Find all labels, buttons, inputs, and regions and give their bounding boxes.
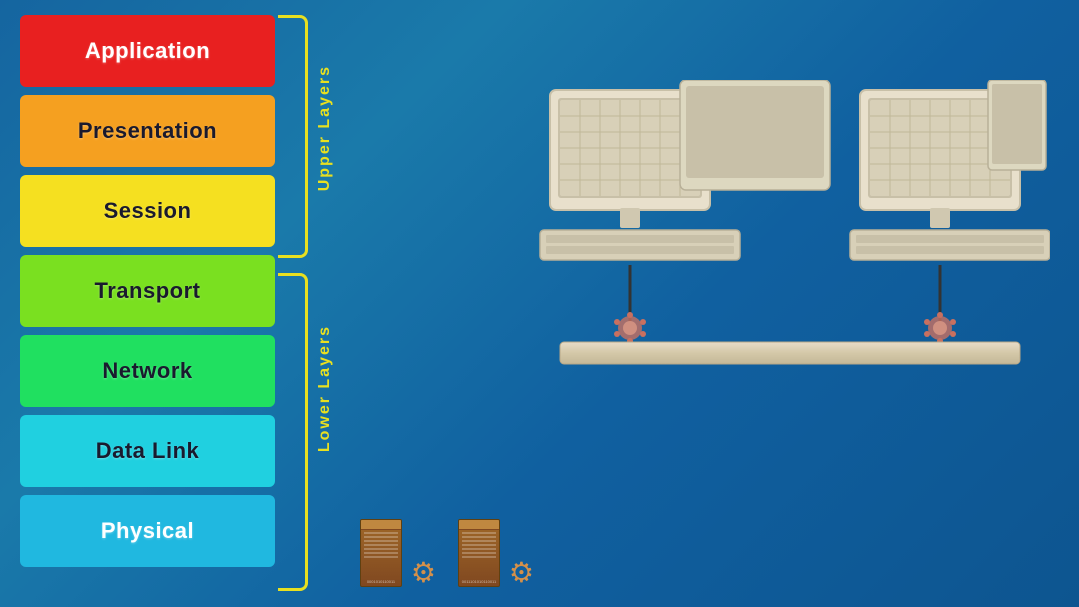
layer-physical: Physical <box>20 495 275 567</box>
layer-session: Session <box>20 175 275 247</box>
main-container: Application Presentation Session Transpo… <box>0 0 1079 607</box>
layer-application: Application <box>20 15 275 87</box>
gear-icon-1: ⚙ <box>411 559 436 587</box>
layer-network: Network <box>20 335 275 407</box>
layer-datalink-label: Data Link <box>96 438 200 464</box>
layer-transport: Transport <box>20 255 275 327</box>
lower-layers-label: Lower Layers <box>316 325 334 452</box>
lower-layers-bracket <box>278 273 308 591</box>
brackets-container: Upper Layers Lower Layers <box>278 15 338 595</box>
layer-application-label: Application <box>85 38 210 64</box>
layer-transport-label: Transport <box>95 278 201 304</box>
layer-network-label: Network <box>102 358 192 384</box>
layer-datalink: Data Link <box>20 415 275 487</box>
computers-illustration <box>530 80 1050 460</box>
data-icons-area: 0001010110011 ⚙ <box>360 517 536 589</box>
data-icon-1: 0001010110011 ⚙ <box>360 517 438 589</box>
upper-layers-label: Upper Layers <box>316 65 334 191</box>
data-icon-2: 0011101010110011 ⚙ <box>458 517 536 589</box>
layers-panel: Application Presentation Session Transpo… <box>20 15 290 575</box>
layer-presentation: Presentation <box>20 95 275 167</box>
layer-session-label: Session <box>104 198 192 224</box>
layer-physical-label: Physical <box>101 518 194 544</box>
layer-presentation-label: Presentation <box>78 118 217 144</box>
gear-icon-2: ⚙ <box>509 559 534 587</box>
upper-layers-bracket <box>278 15 308 258</box>
